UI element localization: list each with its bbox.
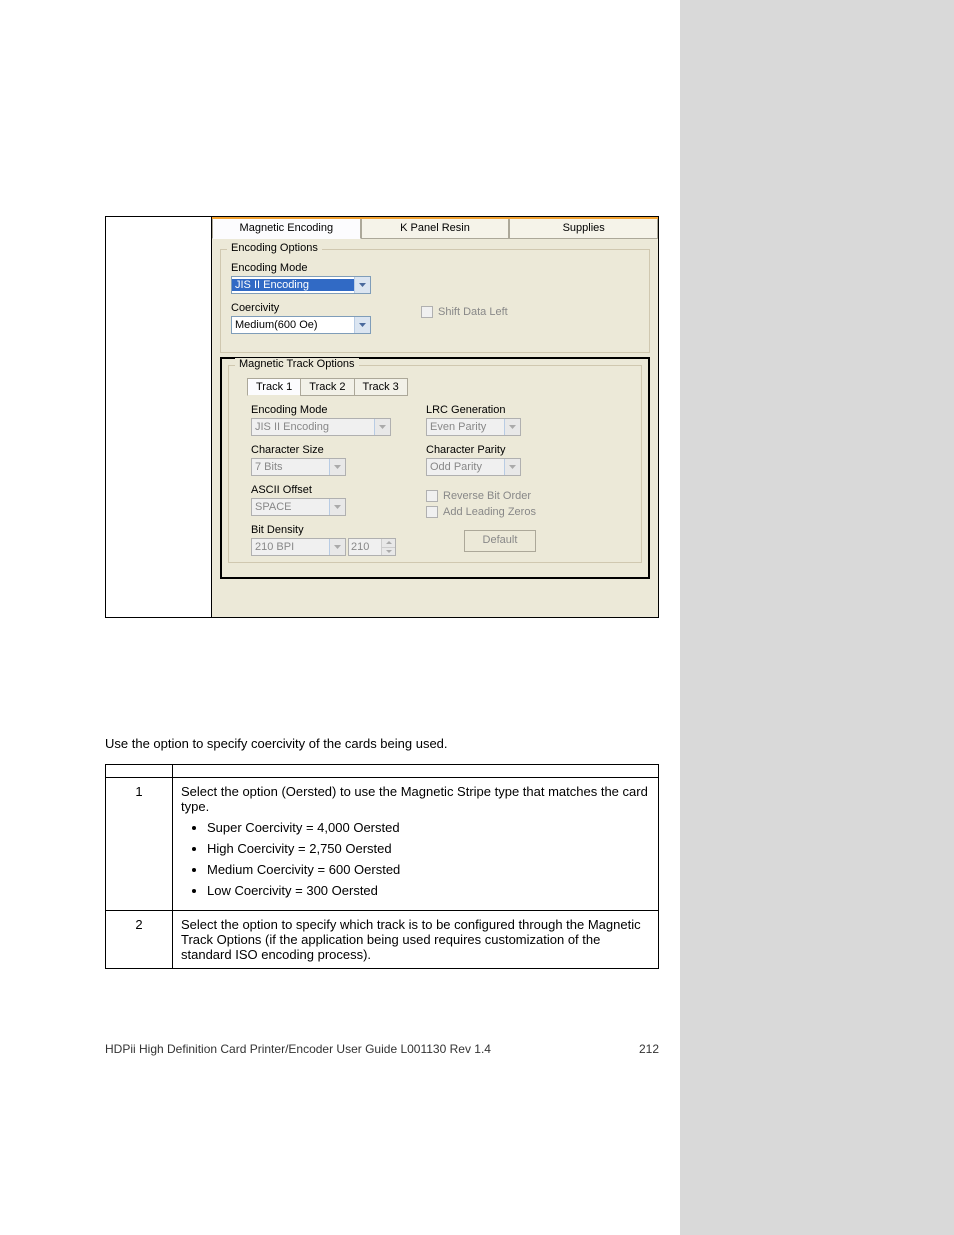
page-footer: HDPii High Definition Card Printer/Encod… bbox=[105, 1042, 659, 1056]
tab-track-1[interactable]: Track 1 bbox=[247, 378, 301, 396]
lrc-generation-value: Even Parity bbox=[427, 421, 504, 433]
chevron-down-icon bbox=[504, 459, 520, 475]
magnetic-track-options-group: Magnetic Track Options Track 1 Track 2 T… bbox=[228, 365, 642, 563]
default-button: Default bbox=[464, 530, 536, 552]
coercivity-label: Coercivity bbox=[231, 302, 371, 314]
tab-track-2[interactable]: Track 2 bbox=[300, 378, 354, 396]
chevron-down-icon bbox=[504, 419, 520, 435]
tab-k-panel-resin[interactable]: K Panel Resin bbox=[361, 219, 510, 239]
screenshot-dialog-cell: Magnetic Encoding K Panel Resin Supplies… bbox=[212, 217, 658, 617]
steps-table: 1 Select the option (Oersted) to use the… bbox=[105, 764, 659, 969]
table-header-row bbox=[106, 765, 659, 778]
right-gutter bbox=[680, 0, 954, 1235]
bit-density-select: 210 BPI bbox=[251, 538, 346, 556]
encoding-options-title: Encoding Options bbox=[227, 242, 322, 254]
track-tabs: Track 1 Track 2 Track 3 bbox=[247, 378, 631, 396]
row1-text-a: Select the bbox=[181, 784, 242, 799]
list-item: Low Coercivity = 300 Oersted bbox=[207, 883, 650, 898]
table-header-procedure bbox=[173, 765, 659, 778]
chevron-down-icon bbox=[354, 277, 370, 293]
screenshot-step-cell bbox=[106, 217, 212, 617]
row2-text-b: option to specify which track is to be c… bbox=[181, 917, 641, 962]
tab-magnetic-encoding[interactable]: Magnetic Encoding bbox=[212, 219, 361, 239]
lrc-generation-select: Even Parity bbox=[426, 418, 521, 436]
magnetic-track-options-title: Magnetic Track Options bbox=[235, 358, 359, 370]
checkbox-icon bbox=[426, 490, 438, 502]
coercivity-value: Medium(600 Oe) bbox=[232, 319, 354, 331]
reverse-bit-order-label: Reverse Bit Order bbox=[443, 490, 531, 502]
table-row: 2 Select the option to specify which tra… bbox=[106, 911, 659, 969]
checkbox-icon bbox=[421, 306, 433, 318]
table-header-step bbox=[106, 765, 173, 778]
track-encoding-mode-value: JIS II Encoding bbox=[252, 421, 374, 433]
step-number: 2 bbox=[106, 911, 173, 969]
encoding-options-group: Encoding Options Encoding Mode JIS II En… bbox=[220, 249, 650, 353]
shift-data-left-checkbox: Shift Data Left bbox=[421, 306, 508, 318]
tab-supplies[interactable]: Supplies bbox=[509, 219, 658, 239]
page-content: Magnetic Encoding K Panel Resin Supplies… bbox=[0, 0, 680, 1235]
character-size-select: 7 Bits bbox=[251, 458, 346, 476]
track-encoding-mode-label: Encoding Mode bbox=[251, 404, 396, 416]
row2-text-a: Select the bbox=[181, 917, 242, 932]
chevron-down-icon bbox=[354, 317, 370, 333]
bit-density-value: 210 BPI bbox=[252, 541, 329, 553]
reverse-bit-order-checkbox: Reverse Bit Order bbox=[426, 490, 536, 502]
chevron-down-icon bbox=[329, 539, 345, 555]
tab-track-3[interactable]: Track 3 bbox=[354, 378, 408, 396]
add-leading-zeros-checkbox: Add Leading Zeros bbox=[426, 506, 536, 518]
intro-text-a: Use the bbox=[105, 736, 153, 751]
bit-density-label: Bit Density bbox=[251, 524, 396, 536]
magnetic-track-highlight: Magnetic Track Options Track 1 Track 2 T… bbox=[220, 357, 650, 579]
encoding-mode-label: Encoding Mode bbox=[231, 262, 371, 274]
chevron-down-icon bbox=[329, 499, 345, 515]
character-size-value: 7 Bits bbox=[252, 461, 329, 473]
screenshot-frame: Magnetic Encoding K Panel Resin Supplies… bbox=[105, 216, 659, 618]
spinner-down-icon bbox=[381, 548, 395, 556]
table-row: 1 Select the option (Oersted) to use the… bbox=[106, 778, 659, 911]
character-parity-label: Character Parity bbox=[426, 444, 536, 456]
ascii-offset-label: ASCII Offset bbox=[251, 484, 396, 496]
spinner-up-icon bbox=[381, 539, 395, 548]
intro-paragraph: Use the option to specify coercivity of … bbox=[105, 736, 659, 751]
step-procedure: Select the option (Oersted) to use the M… bbox=[173, 778, 659, 911]
intro-text-b: option to specify coercivity of the card… bbox=[153, 736, 447, 751]
chevron-down-icon bbox=[329, 459, 345, 475]
list-item: Medium Coercivity = 600 Oersted bbox=[207, 862, 650, 877]
checkbox-icon bbox=[426, 506, 438, 518]
lrc-generation-label: LRC Generation bbox=[426, 404, 536, 416]
footer-page-number: 212 bbox=[639, 1042, 659, 1056]
coercivity-select[interactable]: Medium(600 Oe) bbox=[231, 316, 371, 334]
encoding-mode-value: JIS II Encoding bbox=[232, 279, 354, 291]
dialog-tabs: Magnetic Encoding K Panel Resin Supplies bbox=[212, 217, 658, 239]
ascii-offset-select: SPACE bbox=[251, 498, 346, 516]
encoding-mode-select[interactable]: JIS II Encoding bbox=[231, 276, 371, 294]
track-encoding-mode-select: JIS II Encoding bbox=[251, 418, 391, 436]
character-parity-select: Odd Parity bbox=[426, 458, 521, 476]
list-item: High Coercivity = 2,750 Oersted bbox=[207, 841, 650, 856]
list-item: Super Coercivity = 4,000 Oersted bbox=[207, 820, 650, 835]
printer-dialog: Magnetic Encoding K Panel Resin Supplies… bbox=[212, 217, 658, 617]
step-procedure: Select the option to specify which track… bbox=[173, 911, 659, 969]
character-parity-value: Odd Parity bbox=[427, 461, 504, 473]
coercivity-list: Super Coercivity = 4,000 Oersted High Co… bbox=[181, 820, 650, 898]
shift-data-left-label: Shift Data Left bbox=[438, 306, 508, 318]
bit-density-spin-value: 210 bbox=[349, 539, 381, 555]
character-size-label: Character Size bbox=[251, 444, 396, 456]
bit-density-spinner: 210 bbox=[348, 538, 396, 556]
row1-text-b: option (Oersted) to use the Magnetic Str… bbox=[181, 784, 648, 814]
add-leading-zeros-label: Add Leading Zeros bbox=[443, 506, 536, 518]
footer-guide-title: HDPii High Definition Card Printer/Encod… bbox=[105, 1042, 491, 1056]
step-number: 1 bbox=[106, 778, 173, 911]
ascii-offset-value: SPACE bbox=[252, 501, 329, 513]
chevron-down-icon bbox=[374, 419, 390, 435]
